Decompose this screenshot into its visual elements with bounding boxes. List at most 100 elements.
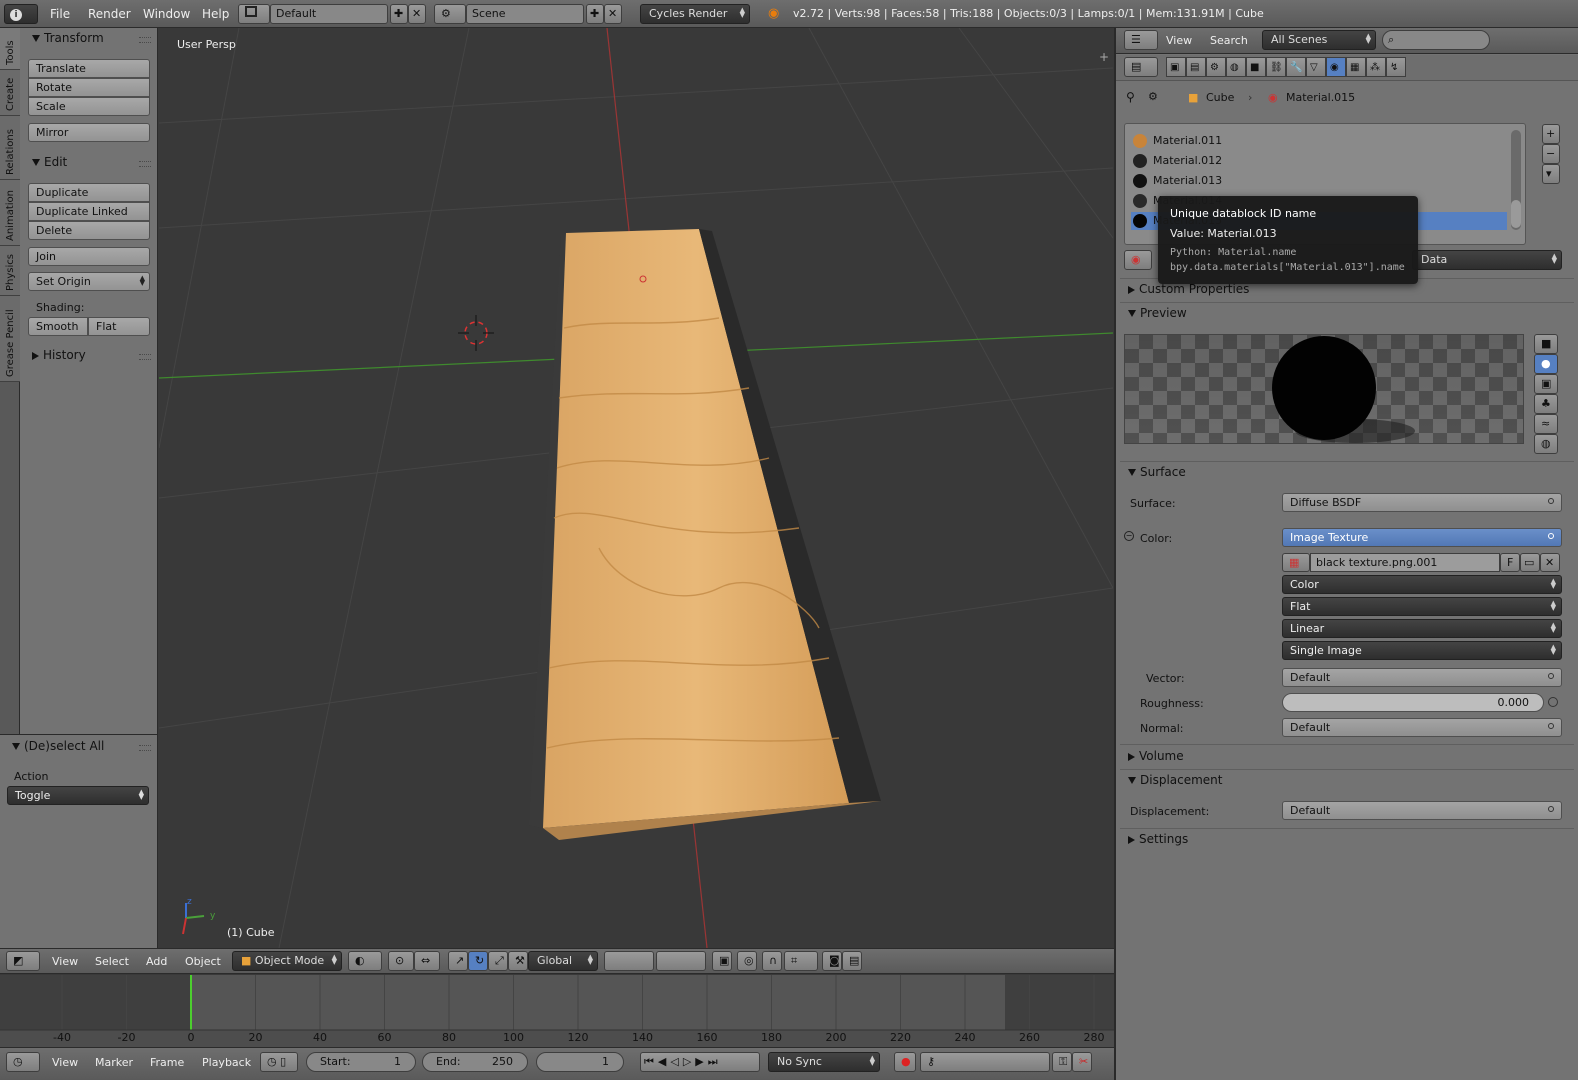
preview-range-button[interactable]: ◷ ▯ <box>260 1052 298 1072</box>
smooth-shading-button[interactable]: Smooth <box>28 317 88 336</box>
tab-create[interactable]: Create <box>0 70 20 116</box>
record-button[interactable]: ● <box>894 1052 916 1072</box>
menu-window[interactable]: Window <box>143 7 190 21</box>
roughness-slider[interactable]: 0.000 <box>1282 693 1544 712</box>
preview-header[interactable]: Preview <box>1128 306 1187 320</box>
drag-grip-icon[interactable] <box>139 354 151 360</box>
add-layout-button[interactable]: ✚ <box>390 4 408 24</box>
displacement-header[interactable]: Displacement <box>1128 773 1223 787</box>
editor-type-button[interactable]: ◩ <box>6 951 40 971</box>
projection-select[interactable]: Flat ▲ ▼ <box>1282 597 1562 616</box>
timeline-area[interactable]: -40 -20 0 20 40 60 80 100 120 140 160 180 200 220 240 2… <box>0 975 1114 1047</box>
current-frame-field[interactable]: 1 <box>536 1052 624 1072</box>
rotate-manipulator-button[interactable]: ↻ <box>468 951 488 971</box>
surface-header[interactable]: Surface <box>1128 465 1186 479</box>
extra-manipulator-button[interactable]: ⚒ <box>508 951 528 971</box>
volume-header[interactable]: Volume <box>1128 749 1184 763</box>
list-scrollbar[interactable] <box>1511 130 1521 230</box>
image-name-field[interactable]: black texture.png.001 <box>1310 553 1500 572</box>
scale-button[interactable]: Scale <box>28 97 150 116</box>
viewport-shading-button[interactable]: ◐ <box>348 951 382 971</box>
tab-relations[interactable]: Relations <box>0 116 20 180</box>
history-panel-header[interactable]: History <box>32 348 86 362</box>
tab-grease-pencil[interactable]: Grease Pencil <box>0 296 20 382</box>
props-tab-object[interactable]: ■ <box>1246 57 1266 77</box>
props-tab-material[interactable]: ◉ <box>1326 57 1346 77</box>
playback-controls[interactable]: ⏮◀◁▷▶⏭ <box>640 1052 760 1072</box>
menu-marker[interactable]: Marker <box>95 1056 133 1069</box>
menu-frame[interactable]: Frame <box>150 1056 184 1069</box>
delete-button[interactable]: Delete <box>28 221 150 240</box>
render-opengl-button[interactable]: ◙ <box>822 951 842 971</box>
unlink-image-button[interactable]: ✕ <box>1540 553 1560 572</box>
delete-keyframe-button[interactable]: ✂ <box>1072 1052 1092 1072</box>
surface-shader-field[interactable]: Diffuse BSDF <box>1282 493 1562 512</box>
drag-grip-icon[interactable] <box>139 161 151 167</box>
vector-input-field[interactable]: Default <box>1282 668 1562 687</box>
open-image-button[interactable]: ▭ <box>1520 553 1540 572</box>
menu-help[interactable]: Help <box>202 7 229 21</box>
rotate-button[interactable]: Rotate <box>28 78 150 97</box>
props-search-input[interactable]: ⌕ <box>1382 30 1490 50</box>
set-origin-dropdown[interactable]: Set Origin ▲ ▼ <box>28 272 150 291</box>
props-tab-render[interactable]: ▣ <box>1166 57 1186 77</box>
link-dot-icon[interactable] <box>1548 697 1558 707</box>
transform-orientation-select[interactable]: Global ▲ ▼ <box>528 951 598 971</box>
tab-physics[interactable]: Physics <box>0 246 20 296</box>
color-input-field[interactable]: Image Texture <box>1282 528 1562 547</box>
props-tab-physics[interactable]: ↯ <box>1386 57 1406 77</box>
menu-object[interactable]: Object <box>185 955 221 968</box>
layer-buttons-a[interactable] <box>604 951 654 971</box>
remove-layout-button[interactable]: ✕ <box>408 4 426 24</box>
preview-plane-button[interactable]: ■ <box>1534 334 1558 354</box>
image-source-select[interactable]: Single Image ▲ ▼ <box>1282 641 1562 660</box>
color-space-select[interactable]: Color ▲ ▼ <box>1282 575 1562 594</box>
custom-properties-header[interactable]: Custom Properties <box>1128 282 1249 296</box>
mirror-button[interactable]: Mirror <box>28 123 150 142</box>
render-engine-select[interactable]: Cycles Render ▲ ▼ <box>640 4 750 24</box>
slot-specials-button[interactable]: ▾ <box>1542 164 1560 184</box>
image-browse-button[interactable]: ▦ <box>1282 553 1310 572</box>
screen-layout-selector[interactable] <box>238 4 270 24</box>
remove-slot-button[interactable]: − <box>1542 144 1560 164</box>
scene-selector[interactable]: ⚙ <box>434 4 466 24</box>
end-frame-field[interactable]: End: 250 <box>422 1052 528 1072</box>
duplicate-linked-button[interactable]: Duplicate Linked <box>28 202 150 221</box>
scene-filter-select[interactable]: All Scenes ▲ ▼ <box>1262 30 1376 50</box>
mode-select[interactable]: ■ Object Mode ▲ ▼ <box>232 951 342 971</box>
collapse-input-icon[interactable]: − <box>1124 531 1134 541</box>
scale-manipulator-button[interactable]: ⤢ <box>488 951 508 971</box>
preview-monkey-button[interactable]: ♣ <box>1534 394 1558 414</box>
layer-buttons-b[interactable] <box>656 951 706 971</box>
settings-header[interactable]: Settings <box>1128 832 1188 846</box>
link-data-select[interactable]: Data ▲ ▼ <box>1412 250 1562 270</box>
editor-type-button[interactable]: i <box>4 4 38 24</box>
add-scene-button[interactable]: ✚ <box>586 4 604 24</box>
menu-props-view[interactable]: View <box>1166 34 1192 47</box>
displacement-input-field[interactable]: Default <box>1282 801 1562 820</box>
3d-viewport[interactable]: z y User Persp (1) Cube + <box>159 28 1113 948</box>
props-tab-world[interactable]: ◍ <box>1226 57 1246 77</box>
pivot-point-button[interactable]: ⊙ <box>388 951 414 971</box>
menu-timeline-view[interactable]: View <box>52 1056 78 1069</box>
menu-props-search[interactable]: Search <box>1210 34 1248 47</box>
material-slot-row[interactable]: Material.011 <box>1131 132 1507 150</box>
snap-toggle[interactable]: ∩ <box>762 951 782 971</box>
material-slot-row[interactable]: Material.013 <box>1131 172 1507 190</box>
transform-panel-header[interactable]: Transform <box>32 31 104 45</box>
drag-grip-icon[interactable] <box>139 745 151 751</box>
props-tab-scene[interactable]: ⚙ <box>1206 57 1226 77</box>
keying-set-field[interactable]: ⚷ <box>920 1052 1050 1072</box>
sync-mode-select[interactable]: No Sync ▲ ▼ <box>768 1052 880 1072</box>
editor-type-button[interactable]: ☰ <box>1124 30 1158 50</box>
preview-sphere-button[interactable]: ● <box>1534 354 1558 374</box>
drag-grip-icon[interactable] <box>139 37 151 43</box>
flat-shading-button[interactable]: Flat <box>88 317 150 336</box>
translate-button[interactable]: Translate <box>28 59 150 78</box>
add-slot-button[interactable]: + <box>1542 124 1560 144</box>
material-slot-row[interactable]: Material.012 <box>1131 152 1507 170</box>
props-tab-constraints[interactable]: ⛓ <box>1266 57 1286 77</box>
menu-playback[interactable]: Playback <box>202 1056 251 1069</box>
scene-name-field[interactable]: Scene <box>466 4 584 24</box>
menu-select[interactable]: Select <box>95 955 129 968</box>
